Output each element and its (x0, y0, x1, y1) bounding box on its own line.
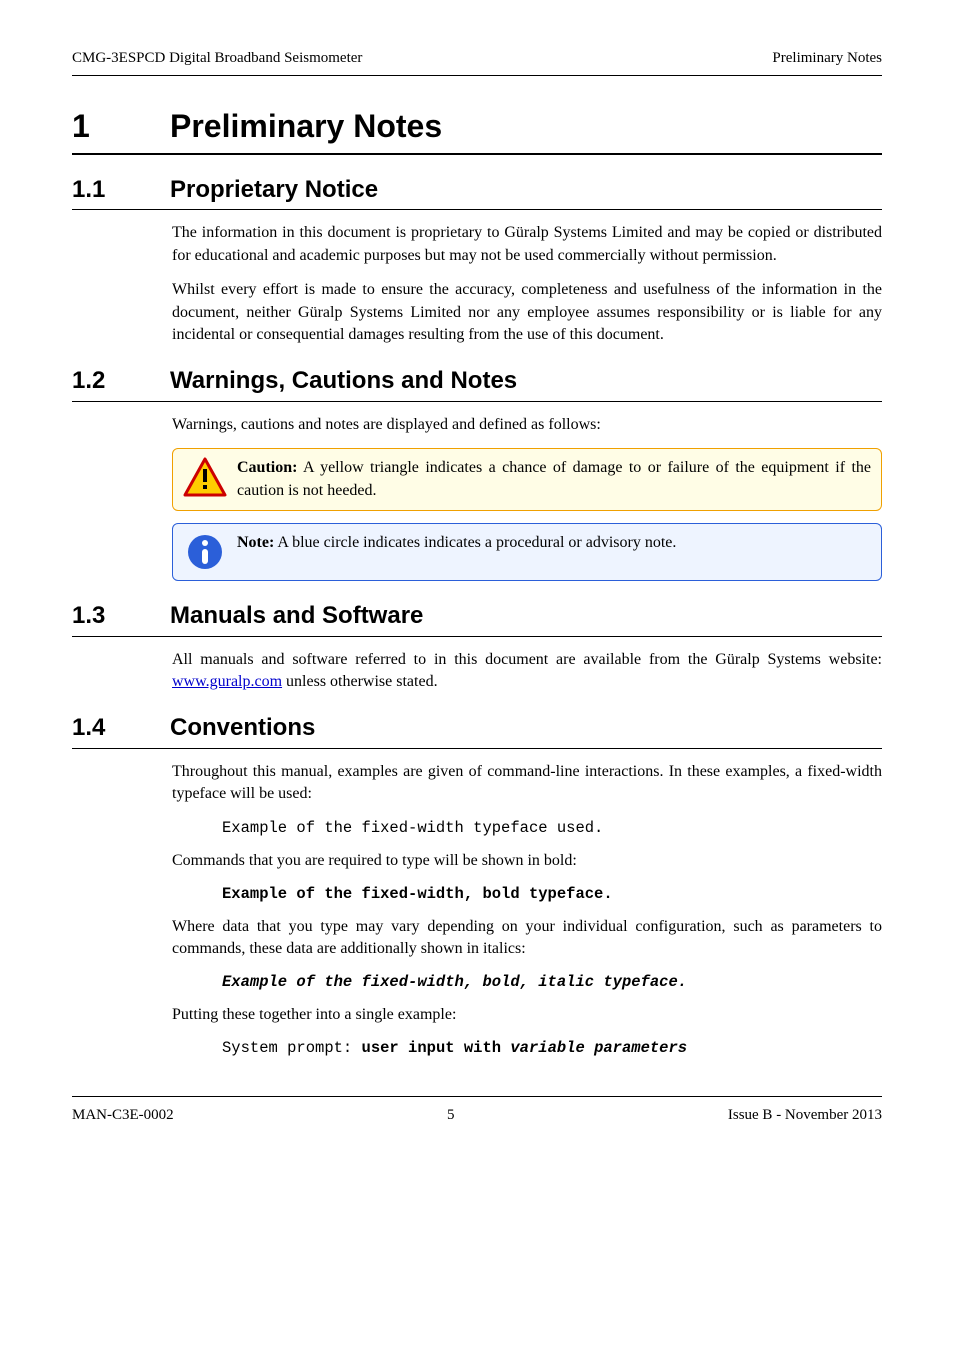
chapter-title: Preliminary Notes (170, 104, 442, 149)
paragraph: Whilst every effort is made to ensure th… (172, 279, 882, 346)
section-1-3-heading: 1.3 Manuals and Software (72, 599, 882, 637)
header-right: Preliminary Notes (772, 48, 882, 69)
text: unless otherwise stated. (282, 673, 438, 690)
section-title: Proprietary Notice (170, 173, 378, 207)
footer-page-number: 5 (447, 1105, 455, 1126)
section-title: Conventions (170, 711, 315, 745)
footer-right: Issue B - November 2013 (728, 1105, 882, 1126)
paragraph: The information in this document is prop… (172, 222, 882, 267)
paragraph: Putting these together into a single exa… (172, 1004, 882, 1026)
section-number: 1.1 (72, 173, 134, 207)
text: All manuals and software referred to in … (172, 651, 882, 668)
header-left: CMG-3ESPCD Digital Broadband Seismometer (72, 48, 362, 69)
page-footer: MAN-C3E-0002 5 Issue B - November 2013 (72, 1105, 882, 1126)
note-label: Note: (237, 534, 274, 551)
code-prompt: System prompt: (222, 1039, 362, 1057)
warning-triangle-icon (183, 457, 227, 497)
section-number: 1.2 (72, 364, 134, 398)
paragraph: Commands that you are required to type w… (172, 850, 882, 872)
guralp-link[interactable]: www.guralp.com (172, 673, 282, 690)
code-example-combined: System prompt: user input with variable … (222, 1038, 882, 1060)
section-title: Warnings, Cautions and Notes (170, 364, 517, 398)
caution-callout: Caution: A yellow triangle indicates a c… (172, 448, 882, 511)
caution-body: A yellow triangle indicates a chance of … (237, 459, 871, 498)
section-title: Manuals and Software (170, 599, 423, 633)
footer-left: MAN-C3E-0002 (72, 1105, 174, 1126)
page-header: CMG-3ESPCD Digital Broadband Seismometer… (72, 48, 882, 76)
chapter-number: 1 (72, 104, 134, 149)
code-example-plain: Example of the fixed-width typeface used… (222, 818, 882, 840)
section-1-1-heading: 1.1 Proprietary Notice (72, 173, 882, 211)
code-example-bold: Example of the fixed-width, bold typefac… (222, 884, 882, 906)
code-variable: variable parameters (510, 1039, 687, 1057)
paragraph: All manuals and software referred to in … (172, 649, 882, 694)
chapter-heading: 1 Preliminary Notes (72, 104, 882, 155)
code-example-bold-italic: Example of the fixed-width, bold, italic… (222, 972, 882, 994)
section-number: 1.4 (72, 711, 134, 745)
caution-label: Caution: (237, 459, 297, 476)
code-user-input: user input with (362, 1039, 511, 1057)
section-1-2-heading: 1.2 Warnings, Cautions and Notes (72, 364, 882, 402)
note-callout: Note: A blue circle indicates indicates … (172, 523, 882, 581)
paragraph: Throughout this manual, examples are giv… (172, 761, 882, 806)
section-1-4-heading: 1.4 Conventions (72, 711, 882, 749)
info-circle-icon (183, 532, 227, 572)
note-body: A blue circle indicates indicates a proc… (274, 534, 676, 551)
paragraph: Warnings, cautions and notes are display… (172, 414, 882, 436)
paragraph: Where data that you type may vary depend… (172, 916, 882, 961)
footer-separator (72, 1096, 882, 1105)
caution-text: Caution: A yellow triangle indicates a c… (237, 457, 871, 502)
section-number: 1.3 (72, 599, 134, 633)
note-text: Note: A blue circle indicates indicates … (237, 532, 871, 554)
